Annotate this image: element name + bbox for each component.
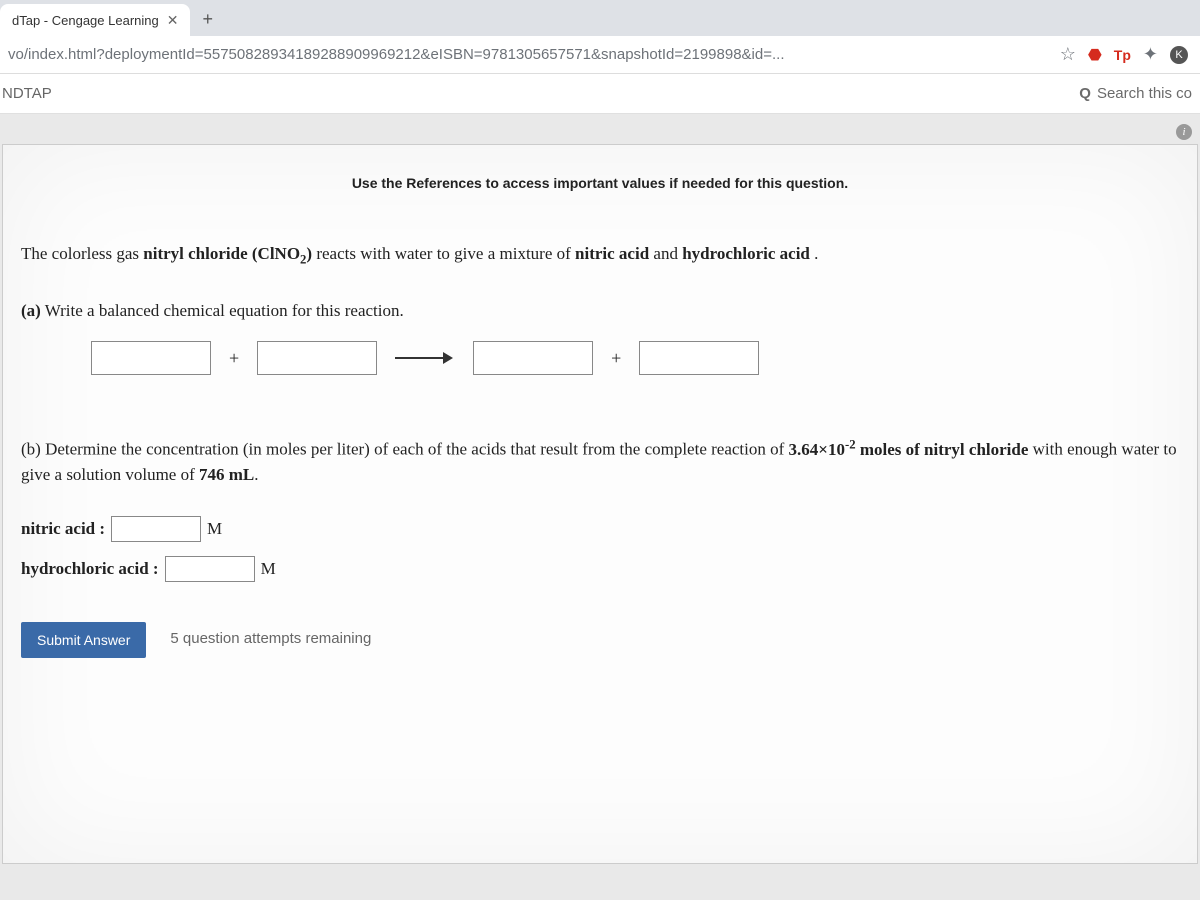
info-icon[interactable]: i	[1176, 124, 1192, 140]
part-b-volume: 746 mL	[199, 465, 254, 484]
part-b-prompt: (b) Determine the concentration (in mole…	[21, 435, 1179, 488]
question-intro: The colorless gas nitryl chloride (ClNO2…	[21, 241, 1179, 270]
compound-text: nitryl chloride (ClNO	[143, 244, 300, 263]
intro-pre: The colorless gas	[21, 244, 143, 263]
hcl-input[interactable]	[165, 556, 255, 582]
part-b-pre: (b) Determine the concentration (in mole…	[21, 440, 789, 459]
reaction-arrow-icon	[395, 351, 455, 365]
equation-row: + +	[21, 341, 1179, 375]
url-actions: ☆ ⬣ Tp ✦ K	[1060, 44, 1192, 65]
content-area: i Use the References to access important…	[0, 114, 1200, 900]
new-tab-button[interactable]: +	[190, 3, 225, 36]
hcl-unit: M	[261, 556, 276, 582]
browser-tab-bar: dTap - Cengage Learning ✕ +	[0, 0, 1200, 36]
search-label: Search this co	[1097, 85, 1192, 102]
profile-k-icon[interactable]: K	[1170, 46, 1188, 64]
search-icon: Q	[1079, 85, 1091, 102]
part-b-end: .	[254, 465, 258, 484]
nitric-unit: M	[207, 516, 222, 542]
ublock-icon[interactable]: ⬣	[1088, 45, 1102, 65]
compound-name: nitryl chloride (ClNO2)	[143, 244, 312, 263]
url-bar: vo/index.html?deploymentId=5575082893418…	[0, 36, 1200, 74]
hcl-label: hydrochloric acid :	[21, 556, 159, 582]
compound-close: )	[306, 244, 312, 263]
acid2: hydrochloric acid	[682, 244, 810, 263]
references-hint: Use the References to access important v…	[21, 175, 1179, 191]
tp-extension-icon[interactable]: Tp	[1114, 47, 1131, 63]
tab-title: dTap - Cengage Learning	[12, 13, 159, 28]
intro-mid: reacts with water to give a mixture of	[316, 244, 575, 263]
submit-answer-button[interactable]: Submit Answer	[21, 622, 146, 658]
search-course[interactable]: Q Search this co	[1079, 85, 1192, 102]
nitric-label: nitric acid :	[21, 516, 105, 542]
part-a-label: (a)	[21, 301, 41, 320]
nitric-acid-row: nitric acid : M	[21, 516, 1179, 542]
part-b-mid: moles of nitryl chloride	[856, 440, 1029, 459]
part-b-exp: -2	[845, 437, 856, 451]
product-2-input[interactable]	[639, 341, 759, 375]
part-b-value: 3.64×10	[789, 440, 845, 459]
part-b-amount: 3.64×10-2 moles of nitryl chloride	[789, 440, 1029, 459]
browser-tab[interactable]: dTap - Cengage Learning ✕	[0, 4, 190, 36]
app-header: NDTAP Q Search this co	[0, 74, 1200, 114]
close-icon[interactable]: ✕	[167, 12, 179, 29]
reactant-1-input[interactable]	[91, 341, 211, 375]
plus-1: +	[229, 345, 239, 372]
part-a-prompt: (a) Write a balanced chemical equation f…	[21, 298, 1179, 324]
part-a-text: Write a balanced chemical equation for t…	[41, 301, 404, 320]
extension-puzzle-icon[interactable]: ✦	[1143, 44, 1158, 65]
acid1: nitric acid	[575, 244, 649, 263]
submit-row: Submit Answer 5 question attempts remain…	[21, 622, 1179, 658]
hcl-row: hydrochloric acid : M	[21, 556, 1179, 582]
attempts-remaining: 5 question attempts remaining	[170, 628, 371, 651]
question-body: The colorless gas nitryl chloride (ClNO2…	[21, 241, 1179, 658]
nitric-acid-input[interactable]	[111, 516, 201, 542]
question-panel: Use the References to access important v…	[2, 144, 1198, 864]
app-title: NDTAP	[0, 85, 52, 102]
url-text[interactable]: vo/index.html?deploymentId=5575082893418…	[8, 46, 1060, 63]
reactant-2-input[interactable]	[257, 341, 377, 375]
plus-2: +	[611, 345, 621, 372]
intro-and: and	[653, 244, 682, 263]
product-1-input[interactable]	[473, 341, 593, 375]
intro-end: .	[814, 244, 818, 263]
bookmark-star-icon[interactable]: ☆	[1060, 44, 1076, 65]
